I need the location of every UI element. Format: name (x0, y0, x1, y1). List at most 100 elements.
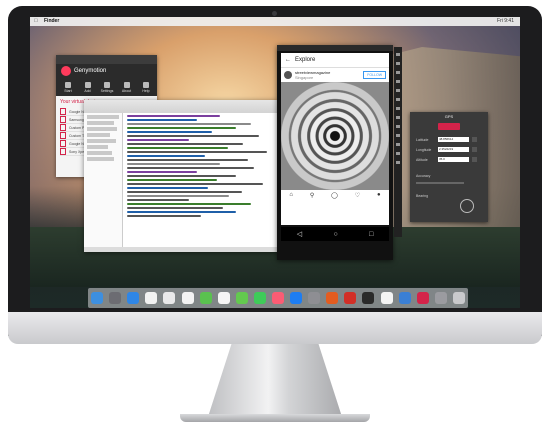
longitude-label: Longitude (416, 147, 432, 152)
emulator-sidebar[interactable] (394, 47, 402, 237)
map-icon[interactable] (472, 157, 477, 162)
add-label: Add (84, 89, 91, 93)
settings-button[interactable]: Settings (99, 82, 115, 93)
trash-icon[interactable] (452, 292, 465, 304)
settings-label: Settings (100, 89, 114, 93)
messages-icon[interactable] (235, 292, 248, 304)
ide-statusbar (84, 247, 278, 252)
project-tree[interactable] (84, 113, 123, 248)
window-titlebar[interactable] (56, 55, 157, 64)
altitude-label: Altitude (416, 157, 428, 162)
emulator-titlebar[interactable] (277, 45, 393, 51)
toolbar: Start Add Settings About Help (60, 82, 154, 93)
map-icon[interactable] (472, 147, 477, 152)
firefox-icon[interactable] (326, 292, 339, 304)
explore-title: Explore (295, 57, 316, 63)
android-navbar: ◁ ○ □ (281, 227, 389, 241)
genymotion-title: Genymotion (74, 68, 107, 74)
accuracy-label: Accuracy (416, 173, 431, 178)
phone-icon (60, 124, 66, 131)
profile-icon[interactable]: ● (377, 192, 381, 202)
gps-toggle[interactable] (438, 123, 460, 130)
altitude-field[interactable]: 35.0 (438, 157, 469, 162)
android-emulator: ← Explore streetviewmagazine Singapore F… (277, 45, 393, 260)
latitude-row: Latitude 48.856614 (416, 136, 486, 143)
menu-app-name[interactable]: Finder (44, 17, 59, 26)
phone-icon (60, 148, 66, 155)
search-icon[interactable]: ⚲ (310, 192, 314, 202)
bearing-label: Bearing (416, 193, 429, 198)
notes-icon[interactable] (181, 292, 194, 304)
maps-icon[interactable] (199, 292, 212, 304)
info-icon (123, 82, 130, 88)
menu-status: Fri 9:41 (497, 18, 514, 24)
phone-icon (60, 132, 66, 139)
start-button[interactable]: Start (60, 82, 76, 93)
apple-icon[interactable]:  (34, 17, 38, 26)
post-user-row: streetviewmagazine Singapore FOLLOW (281, 68, 389, 82)
monitor-stand (207, 344, 343, 420)
facetime-icon[interactable] (253, 292, 266, 304)
preferences-icon[interactable] (308, 292, 321, 304)
add-button[interactable]: Add (80, 82, 96, 93)
contacts-icon[interactable] (163, 292, 176, 304)
chrome-icon[interactable] (380, 292, 393, 304)
bearing-row: Bearing (416, 192, 486, 199)
code-editor[interactable] (123, 113, 278, 248)
genymotion-icon[interactable] (416, 292, 429, 304)
home-button-icon[interactable]: ○ (333, 231, 337, 238)
app-screen: ← Explore streetviewmagazine Singapore F… (281, 53, 389, 225)
acrobat-icon[interactable] (344, 292, 357, 304)
about-label: About (121, 89, 132, 93)
gear-icon (104, 82, 110, 88)
phone-icon (60, 116, 66, 123)
ide-toolbar[interactable] (84, 100, 278, 113)
back-arrow-icon[interactable]: ← (285, 53, 291, 67)
play-icon (65, 82, 71, 88)
heart-icon[interactable]: ♡ (355, 192, 360, 202)
post-location: Singapore (295, 75, 314, 80)
app-tabbar: ⌂ ⚲ ◯ ♡ ● (281, 192, 389, 202)
avatar[interactable] (284, 71, 292, 79)
monitor-stand-base (180, 414, 370, 422)
follow-button[interactable]: FOLLOW (363, 71, 386, 79)
accuracy-slider[interactable] (416, 182, 464, 184)
phone-icon (60, 140, 66, 147)
gps-title: GPS (444, 114, 454, 119)
latitude-label: Latitude (416, 137, 429, 142)
launchpad-icon[interactable] (109, 292, 122, 304)
music-icon[interactable] (271, 292, 284, 304)
post-photo[interactable] (281, 82, 389, 190)
dock (88, 288, 468, 308)
about-button[interactable]: About (119, 82, 135, 93)
safari-icon[interactable] (127, 292, 140, 304)
monitor-chin (8, 312, 542, 344)
longitude-field[interactable]: 2.3522219 (438, 147, 469, 152)
longitude-row: Longitude 2.3522219 (416, 146, 486, 153)
photos-icon[interactable] (217, 292, 230, 304)
map-icon[interactable] (472, 137, 477, 142)
start-label: Start (64, 89, 72, 93)
plus-icon (84, 82, 91, 88)
help-button[interactable]: Help (138, 82, 154, 93)
terminal-icon[interactable] (362, 292, 375, 304)
downloads-icon[interactable] (434, 292, 447, 304)
finder-icon[interactable] (91, 292, 104, 304)
android-studio-icon[interactable] (398, 292, 411, 304)
calendar-icon[interactable] (145, 292, 158, 304)
help-icon (143, 82, 149, 88)
recents-icon[interactable]: □ (369, 231, 373, 238)
ide-window (84, 100, 278, 252)
bearing-dial[interactable] (460, 199, 474, 213)
accuracy-row: Accuracy (416, 172, 486, 179)
menu-bar:  Finder Fri 9:41 (30, 17, 520, 26)
latitude-field[interactable]: 48.856614 (438, 137, 469, 142)
gps-widget: GPS Latitude 48.856614 Longitude 2.35222… (410, 112, 488, 222)
camera-icon (272, 11, 277, 16)
camera-tab-icon[interactable]: ◯ (331, 192, 338, 202)
help-label: Help (142, 89, 150, 93)
back-icon[interactable]: ◁ (297, 230, 302, 238)
desktop-screen:  Finder Fri 9:41 Genymotion Start Add S… (30, 17, 520, 308)
app-store-icon[interactable] (290, 292, 303, 304)
home-icon[interactable]: ⌂ (289, 192, 293, 202)
